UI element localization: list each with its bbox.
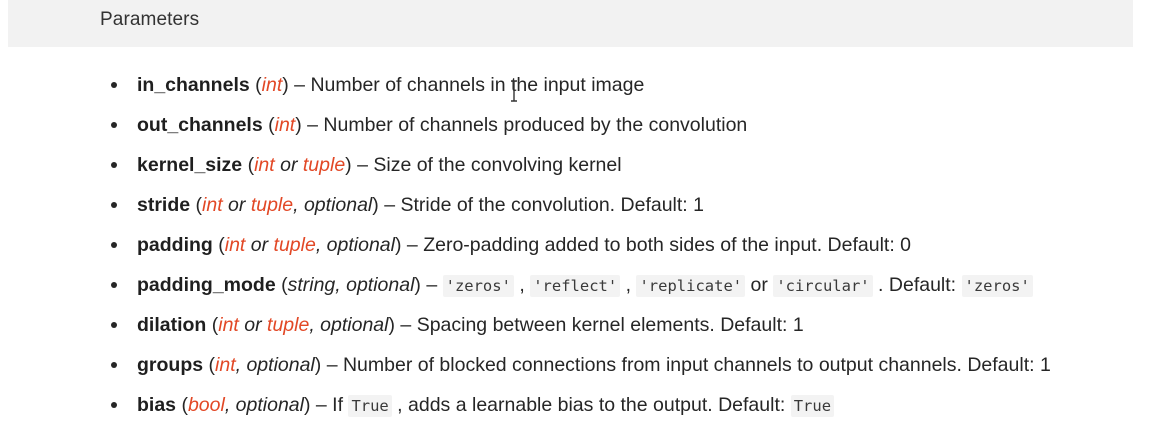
text-cursor-icon — [511, 80, 517, 102]
code-literal: 'zeros' — [442, 275, 514, 297]
param-description: Zero-padding added to both sides of the … — [423, 234, 912, 256]
param-description: Number of channels in the input image — [310, 74, 645, 96]
param-name: stride — [137, 194, 191, 216]
parameters-header: Parameters — [8, 0, 1133, 47]
param-type: int — [215, 354, 236, 376]
param-description: Stride of the convolution. Default: 1 — [400, 194, 704, 216]
param-type-alt: tuple — [302, 154, 346, 176]
param-type: bool — [187, 394, 225, 416]
param-name: padding_mode — [137, 274, 276, 296]
param-type: int — [218, 314, 239, 336]
code-literal: 'zeros' — [961, 275, 1033, 297]
code-literal: True — [790, 395, 835, 417]
param-name: padding — [137, 234, 213, 256]
param-name: dilation — [137, 314, 207, 336]
code-literal: 'replicate' — [636, 275, 746, 297]
param-name: out_channels — [137, 114, 263, 136]
param-type-alt: tuple — [267, 314, 310, 336]
param-type: int — [202, 194, 223, 216]
param-name: bias — [137, 394, 177, 416]
param-type: int — [261, 74, 283, 96]
param-type: int — [254, 154, 275, 176]
code-literal: 'circular' — [773, 275, 873, 297]
param-name: kernel_size — [137, 154, 243, 176]
param-description: Number of channels produced by the convo… — [323, 114, 748, 136]
param-description: Number of blocked connections from input… — [342, 354, 1051, 376]
param-type-alt: tuple — [250, 194, 294, 216]
param-description: Spacing between kernel elements. Default… — [416, 314, 804, 336]
param-type-alt: tuple — [273, 234, 316, 256]
param-name: groups — [137, 354, 204, 376]
param-type: int — [274, 114, 296, 136]
section-title: Parameters — [100, 9, 200, 30]
code-literal: True — [348, 395, 392, 417]
param-name: in_channels — [137, 74, 250, 96]
param-type: string, optional — [287, 274, 415, 296]
param-description: Size of the convolving kernel — [373, 154, 622, 176]
code-literal: 'reflect' — [530, 275, 621, 297]
param-type: int — [224, 234, 246, 256]
